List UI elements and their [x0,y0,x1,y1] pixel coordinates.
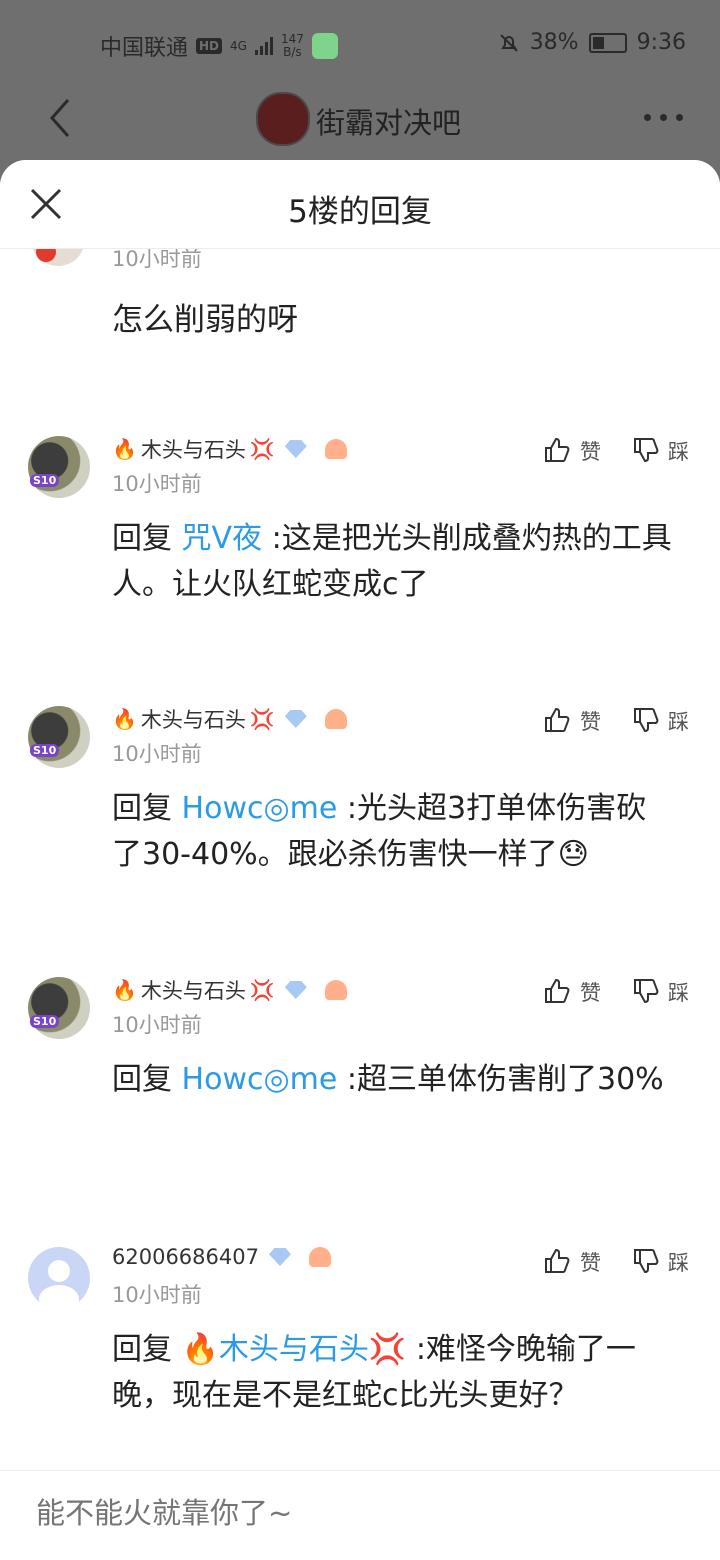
hd-icon: HD [196,38,223,54]
reply-text: 回复 咒V夜 :这是把光头削成叠灼热的工具人。让火队红蛇变成c了 [112,521,672,602]
fire-icon: 🔥 [112,437,137,461]
member-badge-icon [324,709,347,729]
reply-sheet: 5楼的回复 10小时前 怎么削弱的呀 S10 🔥 木头与石头 💢 10小时前 赞… [0,160,720,1560]
thumb-down-icon[interactable] [632,436,660,464]
diamond-level-icon [284,440,307,458]
status-left: 中国联通 HD 4G 147 B/s [100,30,338,62]
anger-icon: 💢 [249,978,275,1002]
username[interactable]: 木头与石头 [141,975,246,1005]
diamond-level-icon [284,981,307,999]
like-button[interactable]: 赞 [580,1247,601,1277]
reply-text: 回复 Howc◎me :超三单体伤害削了30% [112,1062,664,1097]
avatar-badge: S10 [30,744,60,757]
more-icon[interactable] [644,114,683,121]
battery-icon [588,32,627,53]
comment-time: 10小时前 [112,1283,202,1307]
thumb-up-icon[interactable] [543,706,571,734]
sheet-title: 5楼的回复 [288,194,432,230]
avatar[interactable] [28,1247,90,1309]
network-speed: 147 B/s [280,32,304,59]
member-badge-icon [324,439,347,459]
member-badge-icon [324,980,347,1000]
network-type: 4G [230,38,247,53]
list-item: S10 🔥 木头与石头 💢 10小时前 赞 踩 回复 Howc◎me :光头超3… [0,706,720,976]
avatar[interactable] [28,706,90,768]
username[interactable]: 木头与石头 [141,704,246,734]
mute-bell-icon [499,33,518,52]
avatar-badge: S10 [30,474,60,487]
username[interactable]: 木头与石头 [141,434,246,464]
comment-time: 10小时前 [112,1013,202,1037]
avatar-badge: S10 [30,1015,60,1028]
battery-percent: 38% [529,30,579,55]
mention-link[interactable]: 🔥木头与石头💢 [182,1332,407,1367]
diamond-level-icon [268,1248,291,1266]
app-notification-icon [311,33,338,59]
reply-text: 回复 🔥木头与石头💢 :难怪今晚输了一晚，现在是不是红蛇c比光头更好？ [112,1332,636,1413]
thumb-down-icon[interactable] [632,706,660,734]
thumb-down-icon[interactable] [632,1247,660,1275]
comment-time: 10小时前 [112,742,202,766]
dislike-button[interactable]: 踩 [668,977,689,1007]
thumb-up-icon[interactable] [543,977,571,1005]
status-right: 38% 9:36 [498,30,686,55]
comment-input-bar [0,1470,720,1560]
dislike-button[interactable]: 踩 [668,436,689,466]
avatar[interactable] [28,977,90,1039]
thumb-up-icon[interactable] [543,436,571,464]
like-button[interactable]: 赞 [580,977,601,1007]
comment-text: 怎么削弱的呀 [112,302,298,338]
list-item: S10 🔥 木头与石头 💢 10小时前 赞 踩 回复 Howc◎me :超三单体… [0,977,720,1247]
status-bar: 中国联通 HD 4G 147 B/s 38% 9:36 [0,0,720,88]
comment-input[interactable] [34,1495,678,1531]
name-row: 🔥 木头与石头 💢 [112,704,347,734]
member-badge-icon [308,1247,331,1267]
mention-link[interactable]: Howc◎me [182,791,338,826]
diamond-level-icon [284,710,307,728]
clock: 9:36 [636,30,686,55]
like-button[interactable]: 赞 [580,436,601,466]
dislike-button[interactable]: 踩 [668,706,689,736]
thumb-up-icon[interactable] [543,1247,571,1275]
name-row: 🔥 木头与石头 💢 [112,434,347,464]
dislike-button[interactable]: 踩 [668,1247,689,1277]
mention-link[interactable]: Howc◎me [182,1062,338,1097]
carrier-label: 中国联通 [100,36,189,61]
signal-icon [254,37,273,55]
sheet-header: 5楼的回复 [0,160,720,249]
fire-icon: 🔥 [112,978,137,1002]
forum-logo [256,92,310,146]
reply-text: 回复 Howc◎me :光头超3打单体伤害砍了30-40%。跟必杀伤害快一样了😓 [112,791,647,872]
forum-title: 街霸对决吧 [316,106,462,140]
list-item: S10 🔥 木头与石头 💢 10小时前 赞 踩 回复 咒V夜 :这是把光头削成叠… [0,436,720,706]
like-button[interactable]: 赞 [580,706,601,736]
name-row: 🔥 木头与石头 💢 [112,975,347,1005]
comment-time: 10小时前 [112,472,202,496]
mention-link[interactable]: 咒V夜 [182,521,263,556]
thumb-down-icon[interactable] [632,977,660,1005]
anger-icon: 💢 [249,707,275,731]
back-icon[interactable] [46,96,78,140]
avatar[interactable] [28,436,90,498]
name-row: 62006686407 [112,1245,331,1269]
anger-icon: 💢 [249,437,275,461]
username[interactable]: 62006686407 [112,1245,259,1269]
fire-icon: 🔥 [112,707,137,731]
